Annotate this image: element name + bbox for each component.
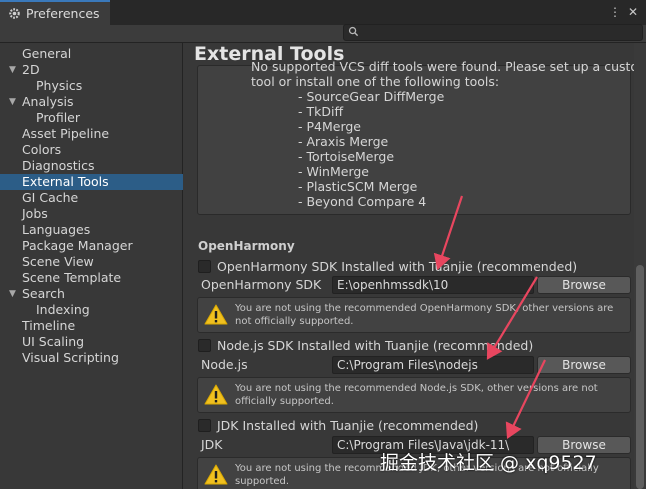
nodejs-label: Node.js: [201, 357, 248, 372]
vcs-message-line: tool or install one of the following too…: [251, 74, 500, 89]
warning-icon: [204, 464, 228, 485]
tab-title: Preferences: [26, 6, 100, 21]
sidebar-item-languages[interactable]: Languages: [0, 222, 183, 238]
sidebar-item-gi-cache[interactable]: GI Cache: [0, 190, 183, 206]
sidebar-item-scene-template[interactable]: Scene Template: [0, 270, 183, 286]
expand-arrow-icon[interactable]: ▼: [9, 62, 16, 78]
sidebar-item-label: Search: [22, 286, 65, 301]
sidebar-item-search[interactable]: ▼ Search: [0, 286, 183, 302]
warning-text: You are not using the recommended OpenHa…: [235, 303, 614, 327]
tool-list-item: - Beyond Compare 4: [298, 194, 427, 209]
main-panel: External Tools No supported VCS diff too…: [184, 43, 646, 489]
sidebar-item-label: Scene View: [22, 254, 94, 269]
sidebar-item-label: UI Scaling: [22, 334, 85, 349]
window-title-bar: Preferences ⋮ ✕: [0, 0, 646, 25]
sidebar-item-label: Colors: [22, 142, 62, 157]
expand-arrow-icon[interactable]: ▼: [9, 94, 16, 110]
sidebar-item-label: Languages: [22, 222, 91, 237]
sidebar-item-asset-pipeline[interactable]: Asset Pipeline: [0, 126, 183, 142]
sidebar-item-physics[interactable]: Physics: [0, 78, 183, 94]
sidebar-item-jobs[interactable]: Jobs: [0, 206, 183, 222]
more-options-icon[interactable]: ⋮: [608, 5, 622, 19]
vcs-info-box: No supported VCS diff tools were found. …: [197, 59, 646, 215]
tool-list-item: - SourceGear DiffMerge: [298, 89, 445, 104]
checkbox-label: Node.js SDK Installed with Tuanjie (reco…: [217, 337, 534, 353]
sidebar-item-label: Scene Template: [22, 270, 122, 285]
nodejs-browse-button[interactable]: Browse: [537, 356, 631, 374]
checkbox-label: JDK Installed with Tuanjie (recommended): [217, 417, 479, 433]
sidebar-item-package-manager[interactable]: Package Manager: [0, 238, 183, 254]
sidebar-item-2d[interactable]: ▼ 2D: [0, 62, 183, 78]
sidebar-item-label: Indexing: [36, 302, 90, 317]
tool-list-item: - TkDiff: [298, 104, 344, 119]
sidebar-item-label: Diagnostics: [22, 158, 95, 173]
jdk-checkbox-row[interactable]: JDK Installed with Tuanjie (recommended): [198, 417, 478, 433]
warning-icon: [204, 304, 228, 325]
sidebar-item-label: Timeline: [22, 318, 76, 333]
sidebar-item-label: General: [22, 46, 72, 61]
tool-list-item: - WinMerge: [298, 164, 369, 179]
sidebar-item-indexing[interactable]: Indexing: [0, 302, 183, 318]
sidebar-item-general[interactable]: General: [0, 46, 183, 62]
openharmony-sdk-path-input[interactable]: E:\openhmssdk\10: [332, 276, 534, 294]
sidebar-item-external-tools[interactable]: External Tools: [0, 174, 183, 190]
sidebar-item-label: Jobs: [22, 206, 48, 221]
search-icon: [348, 26, 359, 37]
sidebar-item-profiler[interactable]: Profiler: [0, 110, 183, 126]
expand-arrow-icon[interactable]: ▼: [9, 286, 16, 302]
openharmony-sdk-checkbox-row[interactable]: OpenHarmony SDK Installed with Tuanjie (…: [198, 258, 577, 274]
sidebar-item-label: Analysis: [22, 94, 74, 109]
sidebar-item-timeline[interactable]: Timeline: [0, 318, 183, 334]
sidebar-item-label: External Tools: [22, 174, 109, 189]
sidebar-item-colors[interactable]: Colors: [0, 142, 183, 158]
sidebar-item-label: Asset Pipeline: [22, 126, 110, 141]
tool-list-item: - P4Merge: [298, 119, 361, 134]
nodejs-path-input[interactable]: C:\Program Files\nodejs: [332, 356, 534, 374]
sidebar-item-scene-view[interactable]: Scene View: [0, 254, 183, 270]
openharmony-sdk-warning: You are not using the recommended OpenHa…: [197, 297, 631, 333]
tool-list-item: - PlasticSCM Merge: [298, 179, 418, 194]
warning-icon: [204, 384, 228, 405]
preferences-sidebar: General ▼ 2D Physics ▼ Analysis Profiler Asset …: [0, 43, 183, 489]
sidebar-item-diagnostics[interactable]: Diagnostics: [0, 158, 183, 174]
openharmony-sdk-browse-button[interactable]: Browse: [537, 276, 631, 294]
gear-icon: [9, 8, 20, 19]
openharmony-section-title: OpenHarmony: [198, 239, 295, 253]
sidebar-item-label: GI Cache: [22, 190, 79, 205]
sidebar-item-label: Package Manager: [22, 238, 133, 253]
jdk-checkbox[interactable]: [198, 418, 211, 432]
sidebar-item-label: 2D: [22, 62, 40, 77]
sidebar-item-label: Profiler: [36, 110, 81, 125]
openharmony-sdk-label: OpenHarmony SDK: [201, 277, 322, 292]
tool-list-item: - TortoiseMerge: [298, 149, 395, 164]
sidebar-item-ui-scaling[interactable]: UI Scaling: [0, 334, 183, 350]
nodejs-sdk-checkbox-row[interactable]: Node.js SDK Installed with Tuanjie (reco…: [198, 337, 533, 353]
jdk-label: JDK: [201, 437, 223, 452]
nodejs-sdk-checkbox[interactable]: [198, 338, 211, 352]
sidebar-item-label: Visual Scripting: [22, 350, 119, 365]
watermark: 掘金技术社区 @ xq9527: [380, 452, 597, 474]
nodejs-warning: You are not using the recommended Node.j…: [197, 377, 631, 413]
close-icon[interactable]: ✕: [626, 5, 640, 19]
sidebar-item-visual-scripting[interactable]: Visual Scripting: [0, 350, 183, 366]
checkbox-label: OpenHarmony SDK Installed with Tuanjie (…: [217, 258, 578, 274]
sidebar-item-analysis[interactable]: ▼ Analysis: [0, 94, 183, 110]
openharmony-sdk-checkbox[interactable]: [198, 259, 211, 273]
sidebar-item-label: Physics: [36, 78, 83, 93]
tool-list-item: - Araxis Merge: [298, 134, 389, 149]
warning-text: You are not using the recommended Node.j…: [235, 383, 598, 407]
preferences-tab[interactable]: Preferences: [0, 0, 110, 25]
vcs-message-line: No supported VCS diff tools were found. …: [251, 59, 646, 74]
search-input[interactable]: [343, 24, 643, 41]
scrollbar-thumb[interactable]: [636, 265, 644, 489]
